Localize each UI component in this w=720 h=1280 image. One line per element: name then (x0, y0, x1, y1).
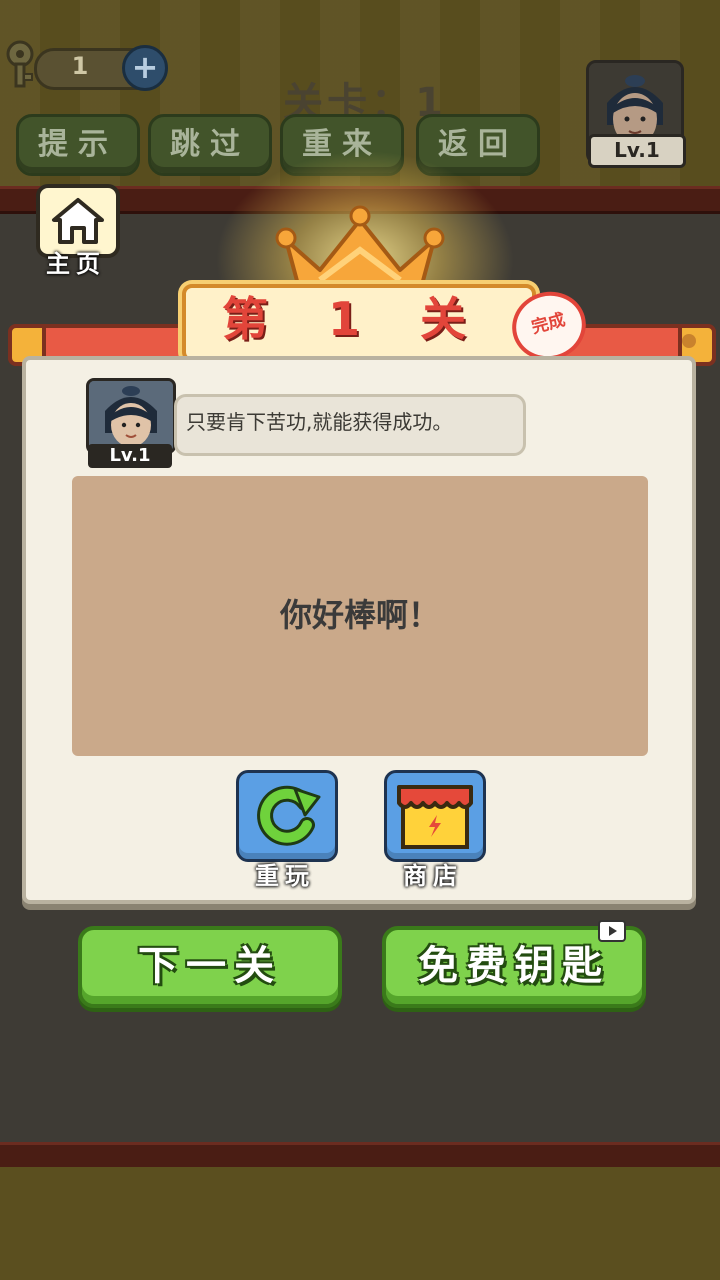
character-portrait-icon (89, 381, 173, 451)
bottom-shelf-divider (0, 1142, 720, 1170)
key-count: 1 (71, 52, 89, 80)
bottom-bar-background (0, 1167, 720, 1280)
ribbon-rivet-icon (682, 334, 696, 348)
key-icon (6, 40, 34, 88)
shop-icon (397, 785, 473, 849)
replay-label: 重玩 (255, 862, 315, 890)
panel-level-badge: Lv.1 (88, 444, 172, 468)
replay-button[interactable] (236, 770, 338, 862)
crown-icon (275, 205, 445, 294)
panel-avatar (86, 378, 176, 454)
home-label: 主页 (46, 250, 106, 278)
level-title: 关卡：1 (283, 80, 447, 126)
motivation-message: 只要肯下苦功,就能获得成功。 (186, 410, 453, 434)
refresh-icon (257, 785, 321, 846)
shop-label: 商店 (403, 862, 463, 890)
add-key-button[interactable]: + (122, 45, 168, 91)
hint-button[interactable]: 提示 (16, 114, 140, 176)
next-level-button[interactable]: 下一关 (78, 926, 342, 1008)
level-number-title: 第 1 关 (221, 292, 489, 346)
player-level-badge: Lv.1 (588, 134, 686, 168)
skip-button[interactable]: 跳过 (148, 114, 272, 176)
praise-text: 你好棒啊！ (279, 596, 440, 634)
shop-button[interactable] (384, 770, 486, 862)
play-icon (609, 926, 617, 936)
video-ad-icon (598, 920, 626, 942)
